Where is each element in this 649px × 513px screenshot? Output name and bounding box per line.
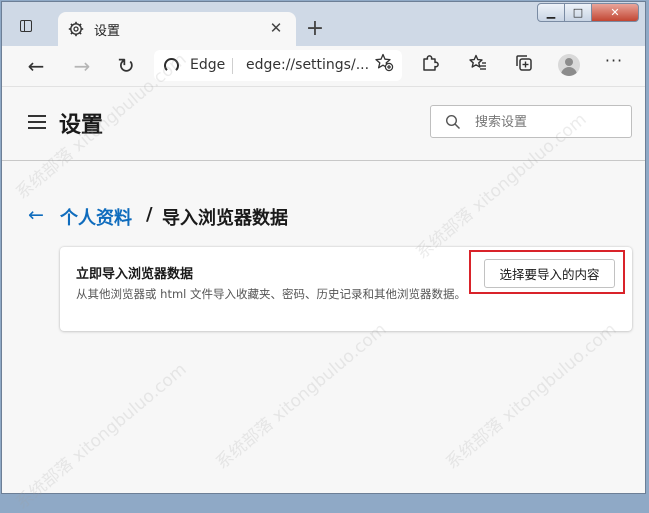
watermark: 系统部落 xitongbuluo.com bbox=[12, 359, 191, 513]
more-options-button[interactable]: ··· bbox=[602, 52, 626, 74]
close-window-button[interactable]: ✕ bbox=[591, 3, 639, 22]
navigation-toolbar: ← → ↻ Edge edge://settings/... bbox=[2, 46, 645, 87]
tab-settings[interactable]: 设置 ✕ bbox=[58, 12, 296, 46]
watermark: 系统部落 xitongbuluo.com bbox=[212, 319, 391, 474]
menu-icon[interactable] bbox=[28, 115, 46, 129]
address-divider bbox=[232, 58, 233, 74]
avatar-body bbox=[561, 67, 577, 76]
new-tab-button[interactable]: + bbox=[302, 17, 328, 43]
tab-title: 设置 bbox=[94, 24, 121, 39]
page-title: 设置 bbox=[59, 113, 104, 138]
url-text[interactable]: edge://settings/... bbox=[246, 57, 369, 73]
favorites-star-icon[interactable] bbox=[374, 52, 394, 72]
search-input[interactable] bbox=[475, 112, 625, 132]
watermark: 系统部落 xitongbuluo.com bbox=[442, 319, 621, 474]
refresh-button[interactable]: ↻ bbox=[112, 52, 140, 80]
tab-strip: 设置 ✕ + ▁ □ ✕ bbox=[2, 2, 645, 46]
avatar-head bbox=[565, 58, 573, 66]
breadcrumb-back-icon[interactable]: ← bbox=[28, 204, 48, 226]
edge-logo-icon bbox=[164, 58, 179, 73]
import-card-title: 立即导入浏览器数据 bbox=[76, 267, 194, 282]
site-identity-label: Edge bbox=[190, 57, 226, 73]
tab-actions-icon bbox=[20, 20, 32, 32]
maximize-button[interactable]: □ bbox=[564, 3, 592, 22]
forward-button[interactable]: → bbox=[68, 52, 96, 80]
choose-import-content-button[interactable]: 选择要导入的内容 bbox=[484, 259, 615, 288]
search-box[interactable] bbox=[430, 105, 632, 138]
breadcrumb-current: 导入浏览器数据 bbox=[162, 208, 288, 229]
extensions-icon[interactable] bbox=[419, 52, 441, 74]
collections-icon[interactable] bbox=[513, 52, 535, 74]
breadcrumb-separator: / bbox=[146, 204, 153, 225]
profile-avatar[interactable] bbox=[558, 54, 580, 76]
minimize-button[interactable]: ▁ bbox=[537, 3, 565, 22]
gear-icon bbox=[68, 21, 84, 37]
import-data-card: 立即导入浏览器数据 从其他浏览器或 html 文件导入收藏夹、密码、历史记录和其… bbox=[60, 247, 632, 331]
address-bar[interactable]: Edge edge://settings/... bbox=[154, 50, 402, 81]
tab-actions-button[interactable] bbox=[16, 16, 38, 38]
favorites-list-icon[interactable] bbox=[467, 52, 489, 74]
settings-header: 设置 bbox=[2, 87, 645, 161]
search-icon bbox=[445, 114, 461, 130]
breadcrumb-link-profile[interactable]: 个人资料 bbox=[60, 204, 132, 230]
import-card-description: 从其他浏览器或 html 文件导入收藏夹、密码、历史记录和其他浏览器数据。 bbox=[76, 287, 467, 301]
window-controls: ▁ □ ✕ bbox=[537, 3, 641, 23]
back-button[interactable]: ← bbox=[22, 52, 50, 80]
browser-window: 设置 ✕ + ▁ □ ✕ ← → ↻ Edge edge://settings/… bbox=[1, 1, 646, 513]
tab-close-icon[interactable]: ✕ bbox=[266, 18, 286, 38]
